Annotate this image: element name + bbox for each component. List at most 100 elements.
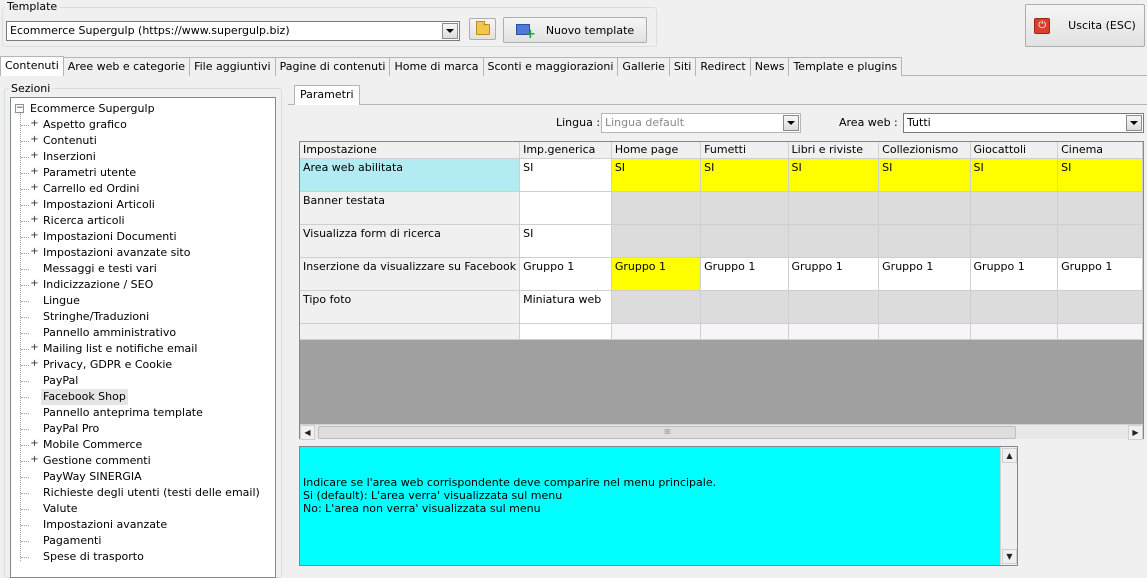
table-row[interactable]: Inserzione da visualizzare su Facebook Gr… [300,257,1143,291]
scroll-down-icon[interactable]: ▼ [1002,549,1017,564]
template-select[interactable]: Ecommerce Supergulp (https://www.supergu… [6,21,460,41]
table-cell[interactable]: SI [519,158,612,192]
table-cell[interactable] [970,323,1059,340]
expand-icon[interactable]: + [30,151,39,161]
table-cell[interactable] [1057,224,1143,258]
table-cell[interactable] [878,323,971,340]
table-cell[interactable] [700,290,789,324]
new-template-button[interactable]: + Nuovo template [503,17,647,43]
area-web-select[interactable]: Tutti [903,113,1144,133]
table-cell[interactable]: Gruppo 1 [611,257,702,291]
table-cell[interactable] [700,191,789,225]
expand-icon[interactable]: + [30,343,39,353]
table-cell[interactable] [1057,290,1143,324]
table-cell[interactable]: Gruppo 1 [788,257,880,291]
expand-icon[interactable]: + [30,215,39,225]
table-cell[interactable] [611,191,702,225]
table-cell[interactable] [700,224,789,258]
column-header[interactable]: Impostazione [300,142,521,159]
row-label[interactable]: Area web abilitata [300,158,521,192]
column-header[interactable]: Home page [611,142,702,159]
exit-button[interactable]: ⏻ Uscita (ESC) [1025,4,1145,47]
open-folder-button[interactable] [469,18,496,40]
table-cell[interactable] [1057,191,1143,225]
lingua-select[interactable]: Lingua default [601,113,801,133]
table-cell[interactable]: Gruppo 1 [700,257,789,291]
expand-icon[interactable]: + [30,183,39,193]
table-cell[interactable] [878,224,971,258]
description-box[interactable]: Indicare se l'area web corrispondente de… [299,446,1018,566]
table-cell[interactable]: Gruppo 1 [970,257,1059,291]
tab-8[interactable]: Redirect [696,57,751,76]
collapse-icon[interactable]: − [15,104,24,113]
scrollbar-thumb[interactable]: ⁞⁞⁞⁞⁞ [318,426,1016,439]
expand-icon[interactable]: + [30,439,39,449]
table-cell[interactable]: Gruppo 1 [878,257,971,291]
expand-icon[interactable]: + [30,455,39,465]
table-cell[interactable] [519,191,612,225]
grid-horizontal-scrollbar[interactable]: ◀ ⁞⁞⁞⁞⁞ ▶ [300,424,1143,440]
table-cell[interactable] [788,224,880,258]
row-label[interactable]: Visualizza form di ricerca [300,224,521,258]
table-cell[interactable]: SI [1057,158,1143,192]
column-header[interactable]: Fumetti [700,142,789,159]
table-cell[interactable]: SI [611,158,702,192]
chevron-down-icon[interactable] [783,115,799,131]
table-cell[interactable]: Miniatura web [519,290,612,324]
table-cell[interactable] [878,191,971,225]
table-cell[interactable] [970,290,1059,324]
row-label[interactable]: Inserzione da visualizzare su Facebook [300,257,521,291]
scroll-right-icon[interactable]: ▶ [1128,425,1143,440]
sections-tree[interactable]: − Ecommerce Supergulp + Aspetto grafico + Con… [10,97,276,578]
table-cell[interactable] [1057,323,1143,340]
tab-10[interactable]: Template e plugins [789,57,903,76]
description-scrollbar[interactable]: ▲ ▼ [1000,447,1017,565]
column-header[interactable]: Collezionismo [878,142,971,159]
tab-5[interactable]: Sconti e maggiorazioni [483,57,619,76]
tab-2[interactable]: File aggiuntivi [190,57,276,76]
tab-9[interactable]: News [750,57,790,76]
column-header[interactable]: Giocattoli [970,142,1059,159]
scroll-up-icon[interactable]: ▲ [1002,448,1017,463]
table-cell[interactable]: SI [519,224,612,258]
expand-icon[interactable]: + [30,279,39,289]
table-cell[interactable] [611,224,702,258]
expand-icon[interactable]: + [30,119,39,129]
table-row[interactable]: Banner testata [300,191,1143,225]
column-header[interactable]: Cinema [1057,142,1143,159]
table-cell[interactable]: Gruppo 1 [1057,257,1143,291]
table-cell[interactable] [788,191,880,225]
tab-3[interactable]: Pagine di contenuti [275,57,391,76]
table-row-empty[interactable] [300,323,1143,340]
tab-parametri[interactable]: Parametri [294,85,360,105]
tab-1[interactable]: Aree web e categorie [63,57,191,76]
tab-7[interactable]: Siti [669,57,697,76]
table-cell[interactable] [788,323,880,340]
row-label[interactable]: Banner testata [300,191,521,225]
table-cell[interactable] [300,323,521,340]
table-cell[interactable] [611,323,702,340]
column-header[interactable]: Imp.generica [519,142,612,159]
tab-4[interactable]: Home di marca [390,57,484,76]
table-cell[interactable] [788,290,880,324]
row-label[interactable]: Tipo foto [300,290,521,324]
table-cell[interactable]: Gruppo 1 [519,257,612,291]
settings-grid[interactable]: Impostazione Imp.generica Home page Fumetti… [299,141,1144,439]
expand-icon[interactable]: + [30,247,39,257]
table-row[interactable]: Tipo foto Miniatura web [300,290,1143,324]
table-cell[interactable] [611,290,702,324]
tab-0[interactable]: Contenuti [0,56,64,76]
table-row[interactable]: Area web abilitata SI SI SI SI SI SI SI [300,158,1143,192]
expand-icon[interactable]: + [30,199,39,209]
expand-icon[interactable]: + [30,135,39,145]
table-cell[interactable]: SI [878,158,971,192]
table-cell[interactable] [878,290,971,324]
expand-icon[interactable]: + [30,359,39,369]
column-header[interactable]: Libri e riviste [788,142,880,159]
chevron-down-icon[interactable] [1126,115,1142,131]
table-cell[interactable] [970,191,1059,225]
expand-icon[interactable]: + [30,231,39,241]
table-cell[interactable]: SI [788,158,880,192]
table-row[interactable]: Visualizza form di ricerca SI [300,224,1143,258]
chevron-down-icon[interactable] [442,23,458,39]
